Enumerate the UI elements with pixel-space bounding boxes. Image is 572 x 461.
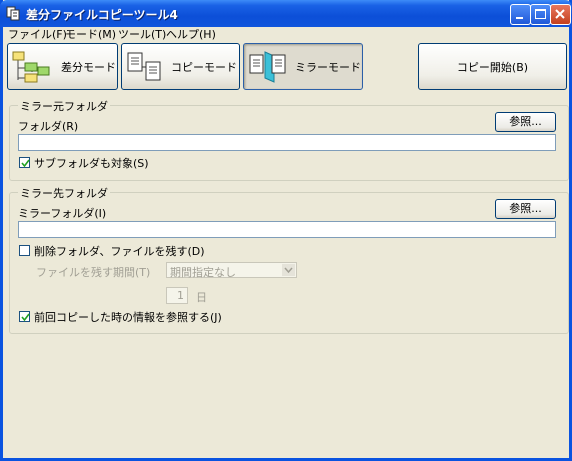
source-browse-label: 参照... <box>509 115 542 128</box>
copy-mode-label: コピーモード <box>171 61 237 74</box>
source-folder-label: フォルダ(R) <box>18 120 79 133</box>
diff-mode-label: 差分モード <box>61 61 116 74</box>
keep-deleted-label: 削除フォルダ、ファイルを残す(D) <box>34 245 205 258</box>
source-group-title: ミラー元フォルダ <box>18 98 110 114</box>
use-prev-info-checkbox[interactable] <box>19 311 30 322</box>
mirror-documents-icon <box>249 51 286 83</box>
diff-mode-button[interactable]: 差分モード <box>7 43 118 90</box>
menu-file[interactable]: ファイル(F) <box>8 27 67 43</box>
menu-tools[interactable]: ツール(T) <box>118 27 166 43</box>
dropdown-arrow <box>282 264 295 276</box>
app-icon <box>6 6 20 21</box>
keep-deleted-checkbox[interactable] <box>19 245 30 256</box>
use-prev-info-label: 前回コピーした時の情報を参照する(J) <box>34 311 222 324</box>
subfolders-checkbox[interactable] <box>19 157 30 168</box>
keep-period-label: ファイルを残す期間(T) <box>36 266 151 279</box>
mirror-mode-label: ミラーモード <box>295 61 361 74</box>
window-title: 差分ファイルコピーツール4 <box>26 8 178 22</box>
dest-folder-group: ミラー先フォルダ ミラーフォルダ(I) 参照... 削除フォルダ、ファイルを残す… <box>9 185 569 334</box>
copy-documents-icon <box>127 52 161 81</box>
dest-group-title: ミラー先フォルダ <box>18 185 110 201</box>
start-copy-button[interactable]: コピー開始(B) <box>418 43 567 90</box>
check-icon <box>21 159 30 168</box>
keep-period-value: 期間指定なし <box>170 266 236 279</box>
copy-mode-button[interactable]: コピーモード <box>121 43 240 90</box>
menu-mode[interactable]: モード(M) <box>65 27 116 43</box>
days-value: 1 <box>177 289 184 302</box>
title-bar[interactable]: 差分ファイルコピーツール4 <box>0 0 572 27</box>
tree-folders-icon <box>12 51 50 83</box>
menu-bar: ファイル(F) モード(M) ツール(T) ヘルプ(H) <box>3 27 569 43</box>
maximize-icon <box>535 9 546 19</box>
source-folder-input[interactable] <box>18 134 556 151</box>
close-button[interactable] <box>550 4 571 25</box>
menu-help[interactable]: ヘルプ(H) <box>166 27 216 43</box>
minimize-icon <box>516 17 523 19</box>
dest-browse-label: 参照... <box>509 202 542 215</box>
source-browse-button[interactable]: 参照... <box>495 112 556 132</box>
app-window: 差分ファイルコピーツール4 ファイル(F) モード(M) ツール(T) ヘルプ(… <box>0 0 572 461</box>
mirror-mode-button[interactable]: ミラーモード <box>243 43 363 90</box>
chevron-down-icon <box>284 267 293 274</box>
keep-period-select[interactable]: 期間指定なし <box>166 262 297 279</box>
mirror-folder-input[interactable] <box>18 221 556 238</box>
start-copy-label: コピー開始(B) <box>456 61 529 74</box>
mirror-folder-label: ミラーフォルダ(I) <box>18 207 107 220</box>
maximize-button[interactable] <box>530 4 551 25</box>
minimize-button[interactable] <box>510 4 531 25</box>
source-folder-group: ミラー元フォルダ フォルダ(R) 参照... サブフォルダも対象(S) <box>9 98 569 181</box>
check-icon <box>21 313 30 322</box>
days-input[interactable]: 1 <box>166 287 188 304</box>
close-icon <box>555 9 565 19</box>
subfolders-label: サブフォルダも対象(S) <box>34 157 149 170</box>
dest-browse-button[interactable]: 参照... <box>495 199 556 219</box>
days-unit: 日 <box>196 291 207 304</box>
